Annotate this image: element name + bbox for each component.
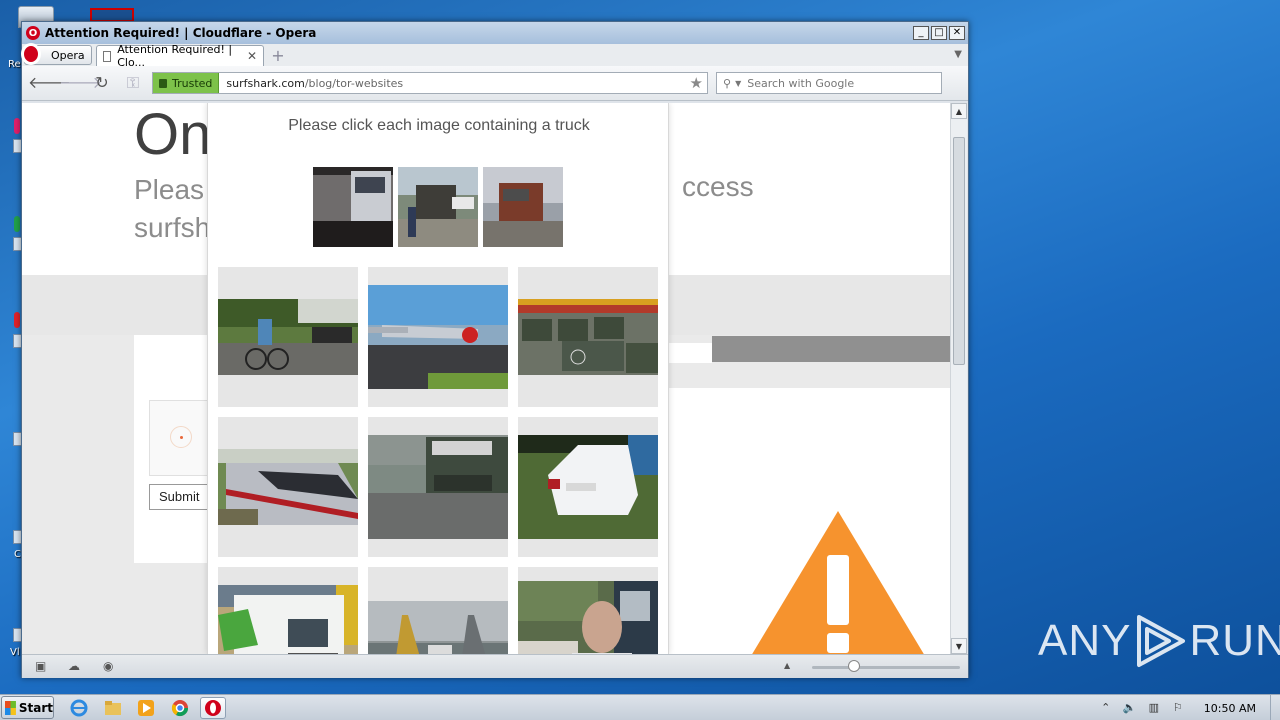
dark-tab-shape <box>712 336 950 362</box>
challenge-grid <box>218 267 658 654</box>
challenge-tile[interactable] <box>218 417 358 557</box>
example-images <box>313 167 563 247</box>
page-subtext: Pleas surfsh <box>134 171 210 247</box>
bookmark-star-icon[interactable]: ★ <box>690 74 703 92</box>
network-icon[interactable]: ▥ <box>1146 701 1162 715</box>
url-text: surfshark.com/blog/tor-websites <box>226 77 403 90</box>
page-heading: On <box>134 103 212 167</box>
taskbar: Start ⌃ 🔈 ▥ ⚐ 10:50 AM <box>0 694 1280 720</box>
forward-arrow-icon[interactable]: 🡒 <box>59 71 102 95</box>
page-subtext-right: ccess <box>682 171 754 202</box>
tab-bar: Opera Attention Required! | Clo... ✕ + ▼ <box>21 43 968 69</box>
vertical-scrollbar[interactable]: ▲ ▼ <box>950 103 967 654</box>
search-placeholder: Search with Google <box>747 76 855 90</box>
panel-toggle-icon[interactable]: ▣ <box>35 660 49 672</box>
windows-logo-icon <box>5 700 16 715</box>
desktop-app-icon[interactable] <box>14 312 20 328</box>
example-image-truck <box>313 167 393 247</box>
challenge-tile[interactable] <box>518 567 658 654</box>
url-path: /blog/tor-websites <box>304 76 404 90</box>
ie-icon[interactable] <box>66 697 92 719</box>
watermark-right: RUN <box>1189 616 1280 665</box>
page-icon <box>103 50 112 62</box>
challenge-prompt: Please click each image containing a tru… <box>288 117 590 134</box>
chrome-icon[interactable] <box>167 697 193 719</box>
opera-logo-icon: O <box>26 26 40 40</box>
turbo-icon[interactable]: ◉ <box>103 660 117 672</box>
start-button[interactable]: Start <box>1 696 54 719</box>
media-player-icon[interactable] <box>133 697 159 719</box>
captcha-challenge-modal: Please click each image containing a tru… <box>207 103 669 654</box>
trusted-badge[interactable]: Trusted <box>153 73 220 93</box>
challenge-tile[interactable] <box>218 267 358 407</box>
explorer-icon[interactable] <box>100 697 126 719</box>
scrollbar-thumb[interactable] <box>953 137 965 365</box>
opera-menu-label: Opera <box>51 48 85 62</box>
tab-active[interactable]: Attention Required! | Clo... ✕ <box>96 43 264 69</box>
minimize-button[interactable]: _ <box>913 26 929 40</box>
scroll-down-arrow-icon[interactable]: ▼ <box>951 638 967 654</box>
page-subtext-line2: surfsh <box>134 212 211 243</box>
tab-close-icon[interactable]: ✕ <box>247 49 257 63</box>
challenge-tile[interactable] <box>368 417 508 557</box>
play-logo-icon <box>1133 613 1187 669</box>
desktop-app-icon[interactable] <box>14 216 20 232</box>
status-bar: ▣ ☁ ◉ ▲ <box>22 654 968 678</box>
challenge-tile[interactable] <box>368 567 508 654</box>
clock[interactable]: 10:50 AM <box>1204 702 1256 715</box>
challenge-tile[interactable] <box>368 267 508 407</box>
title-bar[interactable]: O Attention Required! | Cloudflare - Ope… <box>22 22 968 44</box>
example-image-truck <box>483 167 563 247</box>
zoom-slider-handle[interactable] <box>848 660 860 672</box>
desktop-selected-icon[interactable] <box>90 8 134 22</box>
address-bar: 🡐 🡒 ↻ ⚿ Trusted surfshark.com/blog/tor-w… <box>22 66 968 101</box>
show-desktop-button[interactable] <box>1270 695 1280 720</box>
watermark-left: ANY <box>1038 616 1132 665</box>
page-content: On Pleas surfsh ccess Submit Please clic… <box>22 103 950 654</box>
page-subtext-line1: Pleas <box>134 174 205 205</box>
action-center-flag-icon[interactable]: ⚐ <box>1170 701 1186 715</box>
url-field[interactable]: Trusted surfshark.com/blog/tor-websites … <box>152 72 708 94</box>
captcha-spinner-icon <box>170 426 192 448</box>
zoom-slider[interactable] <box>812 666 960 669</box>
opera-icon[interactable] <box>200 697 226 719</box>
challenge-tile[interactable] <box>518 267 658 407</box>
opera-link-cloud-icon[interactable]: ☁ <box>68 660 82 672</box>
desktop-app-icon[interactable] <box>14 118 20 134</box>
anyrun-watermark: ANY RUN <box>1038 610 1280 672</box>
system-tray: ⌃ 🔈 ▥ ⚐ 10:50 AM <box>1094 695 1280 720</box>
reload-icon[interactable]: ↻ <box>90 71 114 95</box>
close-button[interactable]: ✕ <box>949 26 965 40</box>
tab-label: Attention Required! | Clo... <box>117 43 233 69</box>
search-icon: ⚲ <box>723 76 732 90</box>
search-input[interactable]: ⚲ ▼ Search with Google <box>716 72 942 94</box>
example-image-truck <box>398 167 478 247</box>
url-domain: surfshark.com <box>226 76 305 90</box>
opera-logo-icon <box>21 43 41 65</box>
lock-icon <box>159 78 167 88</box>
volume-icon[interactable]: 🔈 <box>1122 701 1138 715</box>
trusted-label: Trusted <box>172 76 213 90</box>
search-engine-chevron-icon[interactable]: ▼ <box>735 79 741 88</box>
new-tab-button[interactable]: + <box>268 46 288 66</box>
maximize-button[interactable]: □ <box>931 26 947 40</box>
opera-window: O Attention Required! | Cloudflare - Ope… <box>21 21 969 678</box>
scroll-up-arrow-icon[interactable]: ▲ <box>951 103 967 119</box>
window-title: Attention Required! | Cloudflare - Opera <box>45 26 317 40</box>
challenge-tile[interactable] <box>218 567 358 654</box>
desktop-icon-label: Re <box>8 59 21 70</box>
desktop-icon-label: C <box>14 549 21 560</box>
tab-list-chevron-icon[interactable]: ▼ <box>954 49 962 60</box>
view-options-icon[interactable]: ▲ <box>784 660 798 672</box>
tray-expand-icon[interactable]: ⌃ <box>1098 701 1114 715</box>
challenge-tile[interactable] <box>518 417 658 557</box>
opera-menu-button[interactable]: Opera <box>21 43 92 65</box>
desktop-icon-label: Vl <box>10 647 20 658</box>
submit-button[interactable]: Submit <box>149 484 209 510</box>
back-arrow-icon[interactable]: 🡐 <box>28 71 71 95</box>
start-label: Start <box>18 700 53 715</box>
key-icon[interactable]: ⚿ <box>121 71 145 95</box>
